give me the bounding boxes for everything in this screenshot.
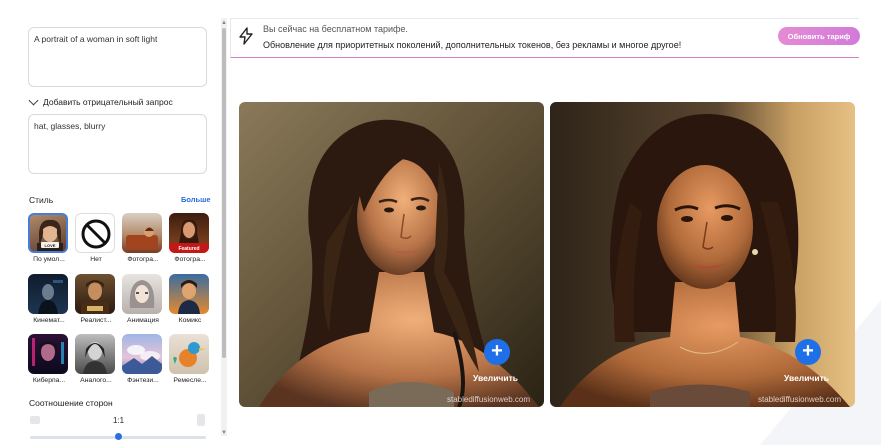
default-style-thumb: LOVE bbox=[28, 213, 68, 253]
style-item-default[interactable]: LOVE По умол... bbox=[28, 213, 70, 263]
cyberpunk-thumb bbox=[28, 334, 68, 374]
analog-thumb bbox=[75, 334, 115, 374]
fantasy-thumb bbox=[122, 334, 162, 374]
style-item-analog[interactable]: Аналого... bbox=[75, 334, 117, 384]
style-item-comic[interactable]: Комикс bbox=[169, 274, 211, 324]
style-label: Фэнтези... bbox=[127, 377, 159, 384]
style-label: Фотогра... bbox=[174, 256, 206, 263]
style-label: Аналого... bbox=[80, 377, 112, 384]
aspect-ratio-value: 1:1 bbox=[113, 416, 125, 425]
banner-title: Вы сейчас на бесплатном тарифе. bbox=[263, 24, 408, 34]
style-item-realistic[interactable]: Реалист... bbox=[75, 274, 117, 324]
style-item-photo[interactable]: Фотогра... bbox=[122, 213, 164, 263]
negative-prompt-input[interactable]: hat, glasses, blurry bbox=[28, 114, 207, 174]
enlarge-button-1[interactable]: + bbox=[484, 339, 510, 365]
free-plan-banner: Вы сейчас на бесплатном тарифе. Обновлен… bbox=[230, 18, 860, 58]
default-badge: LOVE bbox=[45, 243, 56, 248]
negative-prompt-toggle[interactable]: Добавить отрицательный запрос bbox=[28, 95, 173, 107]
realistic-thumb bbox=[75, 274, 115, 314]
style-item-anime[interactable]: Анимация bbox=[122, 274, 164, 324]
style-item-cinematic[interactable]: Кинемат... bbox=[28, 274, 70, 324]
prompt-input[interactable]: A portrait of a woman in soft light bbox=[28, 27, 207, 87]
negative-toggle-label: Добавить отрицательный запрос bbox=[43, 97, 173, 107]
enlarge-label-2[interactable]: Увеличить bbox=[784, 373, 829, 383]
aspect-ratio-title: Соотношение сторон bbox=[29, 398, 113, 408]
watermark-2: stablediffusionweb.com bbox=[758, 395, 842, 404]
style-label: Фотогра... bbox=[127, 256, 159, 263]
style-label: По умол... bbox=[33, 256, 65, 263]
craft-thumb bbox=[169, 334, 209, 374]
style-label: Кинемат... bbox=[33, 317, 65, 324]
aspect-ratio-slider-handle[interactable] bbox=[115, 433, 122, 440]
enlarge-label-1[interactable]: Увеличить bbox=[473, 373, 518, 383]
scroll-down-arrow-icon[interactable]: ▼ bbox=[221, 430, 227, 436]
enlarge-button-2[interactable]: + bbox=[795, 339, 821, 365]
style-label: Ремесле... bbox=[173, 377, 207, 384]
generated-image-1[interactable]: + Увеличить stablediffusionweb.com bbox=[239, 102, 544, 407]
style-item-none[interactable]: Нет bbox=[75, 213, 117, 263]
style-item-cyberpunk[interactable]: Киберпа... bbox=[28, 334, 70, 384]
anime-thumb bbox=[122, 274, 162, 314]
style-label: Нет bbox=[90, 256, 102, 263]
none-icon bbox=[75, 213, 115, 253]
generated-image-2[interactable]: + Увеличить stablediffusionweb.com bbox=[550, 102, 855, 407]
style-label: Реалист... bbox=[80, 317, 112, 324]
featured-badge: Featured bbox=[178, 246, 199, 252]
landscape-ratio-icon[interactable] bbox=[30, 416, 40, 424]
scroll-up-arrow-icon[interactable]: ▲ bbox=[221, 20, 227, 26]
left-panel: A portrait of a woman in soft light Доба… bbox=[0, 0, 232, 445]
style-item-photo-featured[interactable]: Featured Фотогра... bbox=[169, 213, 211, 263]
upgrade-plan-button[interactable]: Обновить тариф bbox=[778, 27, 860, 45]
style-more-link[interactable]: Больше bbox=[181, 195, 211, 204]
photo-style-thumb bbox=[122, 213, 162, 253]
cinematic-thumb bbox=[28, 274, 68, 314]
style-item-fantasy[interactable]: Фэнтези... bbox=[122, 334, 164, 384]
comic-thumb bbox=[169, 274, 209, 314]
style-item-craft[interactable]: Ремесле... bbox=[169, 334, 211, 384]
portrait-ratio-icon[interactable] bbox=[197, 414, 205, 426]
watermark-1: stablediffusionweb.com bbox=[447, 395, 531, 404]
banner-description: Обновление для приоритетных поколений, д… bbox=[263, 40, 682, 50]
chevron-down-icon bbox=[28, 95, 39, 106]
style-label: Киберпа... bbox=[32, 377, 66, 384]
featured-photo-thumb: Featured bbox=[169, 213, 209, 253]
left-panel-scroll-thumb[interactable] bbox=[222, 28, 226, 358]
lightning-bolt-icon bbox=[239, 27, 253, 45]
style-label: Анимация bbox=[127, 317, 159, 324]
style-label: Комикс bbox=[178, 317, 202, 324]
style-section-title: Стиль bbox=[29, 195, 54, 205]
